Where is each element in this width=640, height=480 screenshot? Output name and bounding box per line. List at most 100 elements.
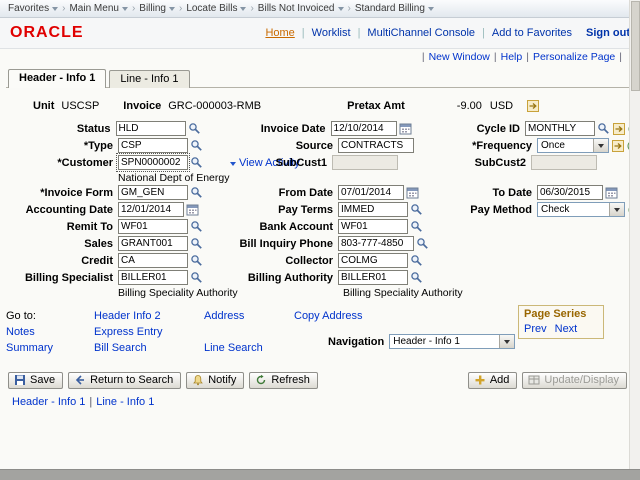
- goto-bill-search-link[interactable]: Bill Search: [94, 342, 204, 354]
- from-date-calendar-icon[interactable]: [406, 186, 419, 199]
- goto-address-link[interactable]: Address: [204, 310, 294, 322]
- goto-copy-address-link[interactable]: Copy Address: [294, 310, 362, 322]
- collector-input[interactable]: [338, 253, 408, 268]
- customer-input[interactable]: [118, 155, 188, 170]
- worklist-link[interactable]: Worklist: [312, 27, 351, 39]
- new-window-link[interactable]: New Window: [429, 51, 490, 63]
- pay-method-label: Pay Method: [453, 204, 537, 216]
- status-lookup-icon[interactable]: [188, 122, 201, 135]
- type-input[interactable]: [118, 138, 188, 153]
- cycle-id-lookup-icon[interactable]: [597, 122, 610, 135]
- frequency-transfer-icon[interactable]: [612, 140, 624, 152]
- pay-terms-input[interactable]: [338, 202, 408, 217]
- to-date-calendar-icon[interactable]: [605, 186, 618, 199]
- frequency-select[interactable]: Once: [537, 138, 609, 153]
- breadcrumb-item-main-menu[interactable]: Main Menu: [69, 3, 127, 14]
- pay-method-select[interactable]: Check: [537, 202, 625, 217]
- subcust1-field: SubCust1: [258, 155, 398, 170]
- invoice-date-label: Invoice Date: [223, 123, 331, 135]
- frequency-selected-value: Once: [538, 140, 593, 151]
- from-date-input[interactable]: [338, 185, 404, 200]
- help-link[interactable]: Help: [501, 51, 523, 63]
- invoice-form-lookup-icon[interactable]: [190, 186, 203, 199]
- oracle-logo: ORACLE: [10, 24, 84, 42]
- vertical-scrollbar[interactable]: [629, 0, 640, 470]
- multichannel-console-link[interactable]: MultiChannel Console: [367, 27, 475, 39]
- scrollbar-thumb[interactable]: [631, 1, 640, 91]
- billing-specialist-input[interactable]: [118, 270, 188, 285]
- footer-line-info1-link[interactable]: Line - Info 1: [96, 396, 154, 408]
- type-lookup-icon[interactable]: [190, 139, 203, 152]
- status-label: Status: [6, 123, 116, 135]
- credit-lookup-icon[interactable]: [190, 254, 203, 267]
- tab-strip: Header - Info 1 Line - Info 1: [6, 69, 640, 88]
- invoice-date-calendar-icon[interactable]: [399, 122, 412, 135]
- navigation-field: Navigation Header - Info 1: [328, 334, 515, 349]
- pay-terms-lookup-icon[interactable]: [410, 203, 423, 216]
- refresh-button[interactable]: Refresh: [249, 372, 318, 389]
- tab-header-info1[interactable]: Header - Info 1: [8, 69, 106, 88]
- bank-account-input[interactable]: [338, 219, 408, 234]
- goto-notes-link[interactable]: Notes: [6, 326, 94, 338]
- breadcrumb-item-bills-not-invoiced[interactable]: Bills Not Invoiced: [258, 3, 344, 14]
- remit-to-lookup-icon[interactable]: [190, 220, 203, 233]
- remit-to-input[interactable]: [118, 219, 188, 234]
- navigation-select[interactable]: Header - Info 1: [389, 334, 515, 349]
- plus-icon: [474, 374, 486, 386]
- billing-authority-lookup-icon[interactable]: [410, 271, 423, 284]
- home-link[interactable]: Home: [265, 27, 294, 39]
- bill-inquiry-phone-lookup-icon[interactable]: [416, 237, 429, 250]
- tab-line-info1[interactable]: Line - Info 1: [109, 70, 189, 88]
- goto-line-search-link[interactable]: Line Search: [204, 342, 263, 354]
- collector-lookup-icon[interactable]: [410, 254, 423, 267]
- billing-authority-input[interactable]: [338, 270, 408, 285]
- sales-lookup-icon[interactable]: [190, 237, 203, 250]
- breadcrumb-item-standard-billing[interactable]: Standard Billing: [355, 3, 434, 14]
- source-input[interactable]: [338, 138, 414, 153]
- billing-specialist-lookup-icon[interactable]: [190, 271, 203, 284]
- personalize-page-link[interactable]: Personalize Page: [533, 51, 615, 63]
- notify-button-label: Notify: [208, 374, 236, 386]
- page-series-next-link[interactable]: Next: [555, 323, 578, 335]
- add-button[interactable]: Add: [468, 372, 518, 389]
- sign-out-link[interactable]: Sign out: [586, 27, 630, 39]
- goto-express-entry-link[interactable]: Express Entry: [94, 326, 204, 338]
- cycle-id-input[interactable]: [525, 121, 595, 136]
- breadcrumb: Favorites Main Menu Billing Locate Bills…: [0, 0, 640, 18]
- chevron-down-icon: [338, 7, 344, 11]
- goto-header-info2-link[interactable]: Header Info 2: [94, 310, 204, 322]
- sales-input[interactable]: [118, 236, 188, 251]
- breadcrumb-item-billing[interactable]: Billing: [139, 3, 175, 14]
- app-header: ORACLE Home Worklist MultiChannel Consol…: [0, 18, 640, 49]
- credit-input[interactable]: [118, 253, 188, 268]
- cycle-id-label: Cycle ID: [443, 123, 525, 135]
- accounting-date-input[interactable]: [118, 202, 184, 217]
- chevron-down-icon: [52, 7, 58, 11]
- invoice-form-label: *Invoice Form: [6, 187, 118, 199]
- to-date-input[interactable]: [537, 185, 603, 200]
- breadcrumb-item-favorites[interactable]: Favorites: [8, 3, 58, 14]
- cycle-id-transfer-icon[interactable]: [613, 123, 625, 135]
- add-to-favorites-link[interactable]: Add to Favorites: [492, 27, 572, 39]
- goto-summary-link[interactable]: Summary: [6, 342, 94, 354]
- invoice-date-input[interactable]: [331, 121, 397, 136]
- header-separator: [482, 27, 485, 39]
- bank-account-label: Bank Account: [228, 221, 338, 233]
- return-to-search-button[interactable]: Return to Search: [68, 372, 181, 389]
- chevron-down-icon: [428, 7, 434, 11]
- accounting-date-calendar-icon[interactable]: [186, 203, 199, 216]
- invoice-form-input[interactable]: [118, 185, 188, 200]
- bank-account-lookup-icon[interactable]: [410, 220, 423, 233]
- footer-header-info1-link[interactable]: Header - Info 1: [12, 396, 85, 408]
- form-content: Unit USCSP Invoice GRC-000003-RMB Pretax…: [0, 88, 640, 408]
- source-label: Source: [228, 140, 338, 152]
- customer-lookup-icon[interactable]: [190, 156, 203, 169]
- status-input[interactable]: [116, 121, 186, 136]
- pretax-detail-icon[interactable]: [527, 100, 539, 112]
- page-series-prev-link[interactable]: Prev: [524, 323, 547, 335]
- breadcrumb-item-locate-bills[interactable]: Locate Bills: [186, 3, 246, 14]
- bill-inquiry-phone-input[interactable]: [338, 236, 414, 251]
- save-button[interactable]: Save: [8, 372, 63, 389]
- notify-button[interactable]: Notify: [186, 372, 244, 389]
- customer-name-row: National Dept of Energy: [6, 171, 640, 184]
